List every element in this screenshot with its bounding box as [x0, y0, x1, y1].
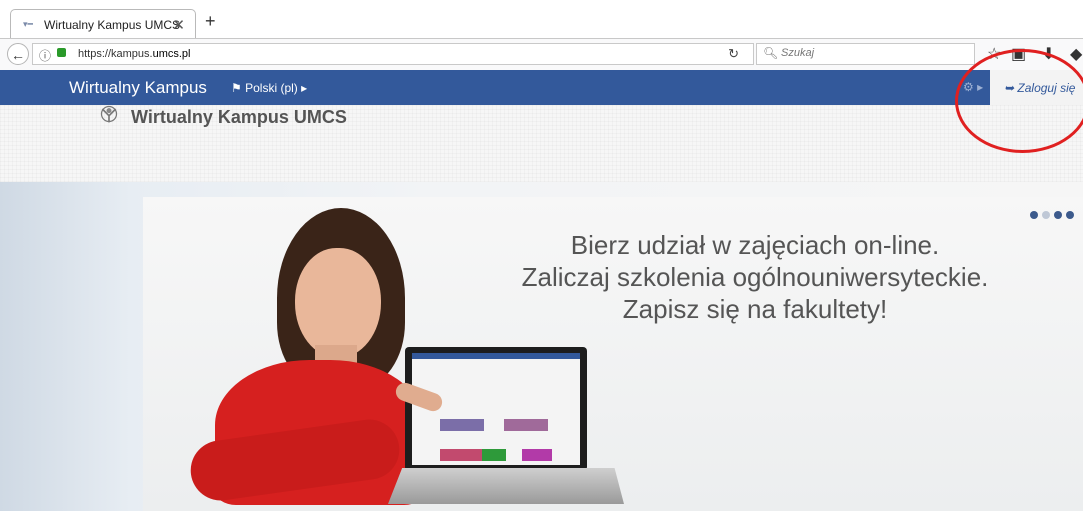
language-menu[interactable]: ⚑ Polski (pl) ▸ [231, 81, 307, 95]
flag-icon: ⚑ [231, 81, 242, 95]
search-input[interactable] [779, 46, 973, 60]
laptop-screen-tile [522, 449, 552, 461]
search-icon: 🔍︎ [763, 46, 779, 60]
carousel-dot-2[interactable] [1042, 211, 1050, 219]
browser-navbar: ← ⓘ https://kampus.umcs.pl ↻ 🔍︎ ☆ ▣ ⬇ ◆ [0, 38, 1083, 70]
laptop-screen-tile [482, 449, 506, 461]
tab-title: Wirtualny Kampus UMCS [44, 18, 181, 32]
carousel-dot-1[interactable] [1030, 211, 1038, 219]
hero-text: Bierz udział w zajęciach on-line. Zalicz… [500, 229, 1010, 325]
site-navbar: Wirtualny Kampus ⚑ Polski (pl) ▸ ⚙ ▸ [0, 70, 1083, 105]
url-bar[interactable]: ⓘ https://kampus.umcs.pl ↻ [32, 43, 754, 65]
carousel-dot-3[interactable] [1054, 211, 1062, 219]
extension-icon[interactable]: ◆ [1070, 44, 1082, 64]
search-bar[interactable]: 🔍︎ [756, 43, 975, 65]
laptop-screen-tile [504, 419, 548, 431]
close-tab-icon[interactable]: ✕ [172, 16, 185, 34]
carousel-indicators [1030, 206, 1078, 224]
hero-line-2: Zaliczaj szkolenia ogólnouniwersyteckie. [521, 262, 989, 292]
lock-icon[interactable] [57, 48, 66, 57]
laptop-screen-tile [440, 419, 484, 431]
site-title[interactable]: Wirtualny Kampus UMCS [131, 107, 347, 128]
carousel-dot-4[interactable] [1066, 211, 1074, 219]
site-brand-link[interactable]: Wirtualny Kampus [69, 78, 207, 98]
laptop-screen-navbar [412, 353, 580, 359]
hero-line-3: Zapisz się na fakultety! [622, 294, 888, 324]
browser-tab[interactable]: ▾━ Wirtualny Kampus UMCS ✕ [10, 9, 196, 39]
new-tab-button[interactable]: + [205, 11, 216, 32]
url-text: https://kampus.umcs.pl [78, 48, 191, 60]
language-label: Polski (pl) [245, 81, 298, 95]
info-icon[interactable]: ⓘ [39, 47, 51, 64]
annotation-circle [955, 49, 1083, 153]
favicon-icon: ▾━ [23, 19, 33, 29]
browser-tabstrip: ▾━ Wirtualny Kampus UMCS ✕ + [0, 0, 1083, 39]
reload-icon[interactable]: ↻ [728, 46, 739, 62]
caret-right-icon: ▸ [301, 81, 308, 95]
laptop-keyboard [388, 468, 624, 504]
hero-illustration-face [295, 248, 381, 358]
hero-line-1: Bierz udział w zajęciach on-line. [570, 230, 940, 260]
laptop-screen-tile [440, 449, 484, 461]
back-button[interactable]: ← [7, 43, 29, 65]
umcs-logo-icon[interactable] [95, 104, 123, 124]
